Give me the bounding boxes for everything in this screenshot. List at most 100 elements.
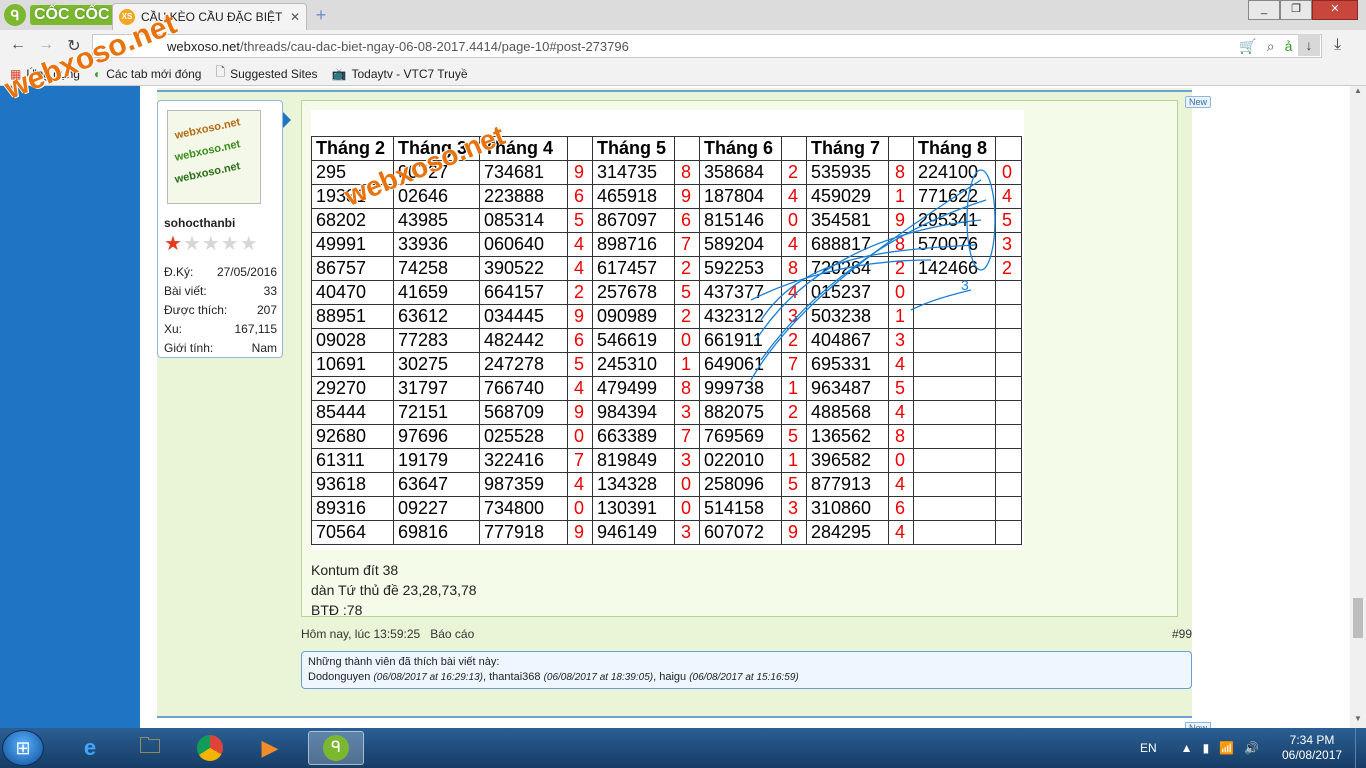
result-cell: 85444 (311, 400, 394, 425)
chrome-icon[interactable] (182, 731, 238, 765)
minimize-icon[interactable]: _ (1248, 0, 1280, 20)
result-cell: 720284 (806, 256, 889, 281)
result-cell: 432312 (699, 304, 782, 329)
clock[interactable]: 7:34 PM 06/08/2017 (1282, 733, 1342, 763)
user-info: Đ.Ký: 27/05/2016 Bài viết: 33 Được thích: 2… (164, 263, 277, 358)
post-time[interactable]: Hôm nay, lúc 13:59:25 (301, 627, 420, 641)
show-desktop-button[interactable] (1355, 728, 1366, 768)
column-header (567, 136, 593, 161)
digit-cell: 4 (567, 232, 593, 257)
digit-cell (995, 448, 1022, 473)
like-member[interactable]: haigu (659, 671, 686, 683)
like-member[interactable]: Dodonguyen (308, 671, 370, 683)
download-menu-icon[interactable]: ⤓ (1334, 36, 1341, 54)
result-cell: 258096 (699, 472, 782, 497)
digit-cell: 7 (674, 232, 700, 257)
explorer-icon[interactable]: 🗀 (122, 731, 178, 765)
digit-cell: 3 (781, 496, 807, 521)
table-row: 40470 41659 664157 2 257678 5 437377 4 015237 0 (311, 280, 1022, 305)
digit-cell: 4 (781, 280, 807, 305)
scrollbar-thumb[interactable] (1353, 598, 1363, 638)
digit-cell: 1 (888, 184, 914, 209)
digit-cell: 2 (674, 304, 700, 329)
result-cell: 987359 (479, 472, 568, 497)
translate-icon[interactable]: ả (1285, 38, 1293, 55)
page-scrollbar[interactable]: ▲ ▼ (1350, 86, 1366, 728)
table-row: 92680 97696 025528 0 663389 7 769569 5 136562 8 (311, 424, 1022, 449)
cart-icon[interactable]: 🛒 (1239, 38, 1256, 55)
tab-close-icon[interactable]: ✕ (290, 10, 300, 24)
result-cell: 688817 (806, 232, 889, 257)
column-header: Tháng 6 (699, 136, 782, 161)
result-cell (913, 304, 996, 329)
back-icon[interactable]: ← (8, 36, 28, 54)
navigation-bar: ← → ↻ webxoso.net/threads/cau-dac-biet-n… (0, 30, 1366, 62)
result-cell: 589204 (699, 232, 782, 257)
result-cell: 09028 (311, 328, 394, 353)
result-cell: 025528 (479, 424, 568, 449)
media-player-icon[interactable]: ▶ (242, 731, 298, 765)
digit-cell: 4 (567, 376, 593, 401)
table-row: 10691 30275 247278 5 245310 1 649061 7 695331 4 (311, 352, 1022, 377)
scroll-up-icon[interactable]: ▲ (1350, 86, 1366, 100)
star-filled-icon: ★ (164, 233, 183, 255)
forward-icon[interactable]: → (36, 36, 56, 54)
bookmark-recent-tabs[interactable]: ◐ Các tab mới đóng (94, 67, 202, 81)
brand[interactable]: ᑫ CỐC CỐC (4, 3, 114, 27)
coccoc-icon[interactable]: ᑫ (308, 731, 364, 765)
digit-cell: 7 (567, 448, 593, 473)
result-cell: 022010 (699, 448, 782, 473)
result-cell: 867097 (592, 208, 675, 233)
digit-cell: 8 (888, 232, 914, 257)
result-cell: 354581 (806, 208, 889, 233)
result-cell: 535935 (806, 160, 889, 185)
column-header (888, 136, 914, 161)
result-cell: 404867 (806, 328, 889, 353)
result-cell: 224100 (913, 160, 996, 185)
result-cell: 769569 (699, 424, 782, 449)
close-window-icon[interactable]: ✕ (1312, 0, 1358, 20)
tray-arrow-icon[interactable]: ▲ (1181, 741, 1193, 755)
user-rating: ★★★★★ (164, 231, 259, 256)
user-info-row: Đ.Ký: 27/05/2016 (164, 265, 277, 279)
network-icon[interactable]: 📶 (1219, 741, 1234, 755)
scroll-down-icon[interactable]: ▼ (1350, 714, 1366, 728)
result-cell: 607072 (699, 520, 782, 545)
digit-cell: 5 (567, 208, 593, 233)
post-number[interactable]: #99 (1172, 627, 1192, 641)
digit-cell: 4 (567, 472, 593, 497)
bookmark-todaytv[interactable]: 📺 Todaytv - VTC7 Truyề (332, 67, 468, 81)
result-cell: 777918 (479, 520, 568, 545)
avatar[interactable]: webxoso.net webxoso.net webxoso.net (167, 110, 261, 204)
table-row: 85444 72151 568709 9 984394 3 882075 2 488568 4 (311, 400, 1022, 425)
digit-cell: 0 (567, 424, 593, 449)
table-row: 89316 09227 734800 0 130391 0 514158 3 310860 6 (311, 496, 1022, 521)
digit-cell: 1 (781, 448, 807, 473)
digit-cell: 4 (567, 256, 593, 281)
language-indicator[interactable]: EN (1140, 741, 1157, 755)
battery-icon[interactable]: ▮ (1203, 741, 1210, 755)
result-cell: 882075 (699, 400, 782, 425)
new-tab-icon[interactable]: + (312, 6, 330, 24)
result-cell: 963487 (806, 376, 889, 401)
report-link[interactable]: Báo cáo (430, 627, 474, 641)
ie-icon[interactable]: e (62, 731, 118, 765)
like-member[interactable]: thantai368 (489, 671, 540, 683)
result-cell: 257678 (592, 280, 675, 305)
digit-cell: 5 (995, 208, 1022, 233)
download-icon[interactable]: ↓ (1298, 34, 1320, 56)
username[interactable]: sohocthanbi (164, 216, 235, 230)
bookmarks-bar: ▦ Ứng dụng ◐ Các tab mới đóng 🗋 Suggested S… (0, 62, 1366, 86)
address-bar[interactable]: webxoso.net/threads/cau-dac-biet-ngay-06… (92, 34, 1322, 58)
start-button[interactable]: ⊞ (2, 730, 44, 766)
result-cell: 034445 (479, 304, 568, 329)
url-text: webxoso.net/threads/cau-dac-biet-ngay-06… (167, 38, 629, 54)
result-cell: 40470 (311, 280, 394, 305)
maximize-icon[interactable]: ❐ (1280, 0, 1312, 20)
digit-cell: 6 (567, 184, 593, 209)
result-cell: 570076 (913, 232, 996, 257)
bookmark-suggested-sites[interactable]: 🗋 Suggested Sites (215, 63, 317, 84)
zoom-icon[interactable]: ⌕ (1267, 38, 1275, 55)
table-row: 88951 63612 034445 9 090989 2 432312 3 503238 1 (311, 304, 1022, 329)
volume-icon[interactable]: 🔊 (1244, 741, 1259, 755)
